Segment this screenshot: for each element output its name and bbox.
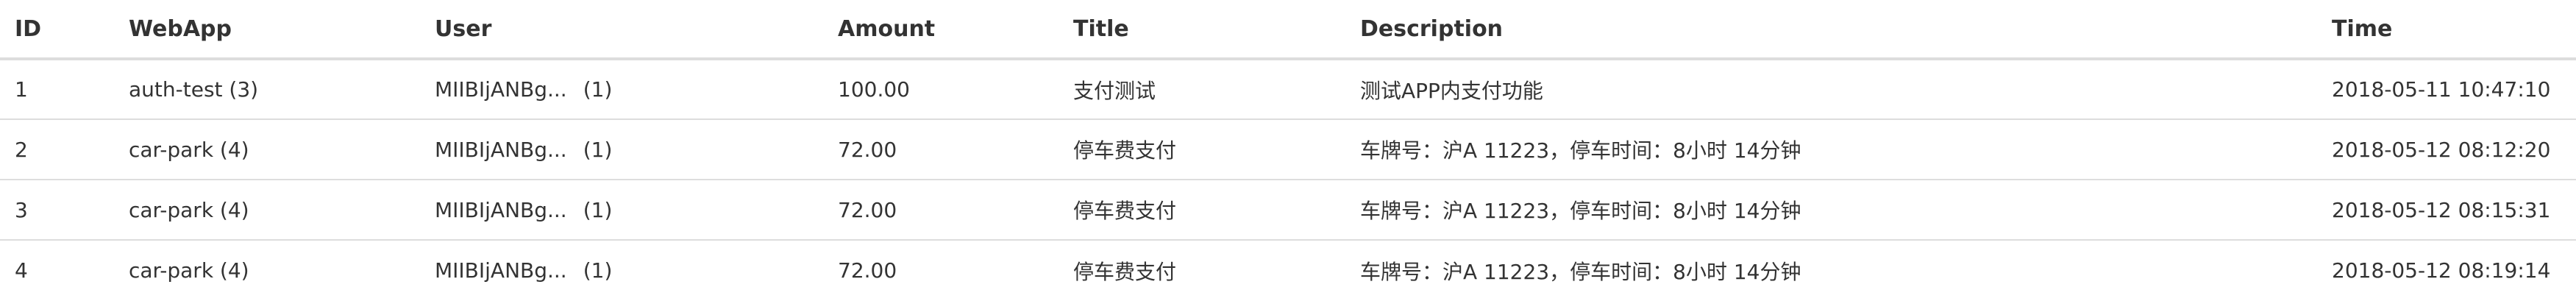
user-count: (1) — [583, 77, 613, 102]
cell-time: 2018-05-12 08:12:20 — [2317, 118, 2576, 180]
table-row: 1 auth-test (3) MIIBIjANBg... (1) 100.00 … — [0, 59, 2576, 119]
cell-user: MIIBIjANBg... (1) — [420, 59, 823, 119]
cell-webapp: car-park (4) — [114, 239, 420, 300]
cell-description: 车牌号：沪A 11223，停车时间：8小时 14分钟 — [1345, 179, 2317, 240]
table-row: 2 car-park (4) MIIBIjANBg... (1) 72.00 停车… — [0, 118, 2576, 180]
user-count: (1) — [583, 197, 613, 222]
column-header-amount: Amount — [823, 0, 1058, 60]
cell-id: 3 — [0, 179, 114, 240]
cell-id: 4 — [0, 239, 114, 300]
user-key: MIIBIjANBg... — [435, 77, 567, 102]
column-header-time: Time — [2317, 0, 2576, 60]
cell-webapp: car-park (4) — [114, 179, 420, 240]
cell-webapp: auth-test (3) — [129, 77, 259, 102]
column-header-webapp: WebApp — [114, 0, 420, 60]
header-row: ID WebApp User Amount Title Description … — [0, 0, 2576, 60]
table-row: 4 car-park (4) MIIBIjANBg... (1) 72.00 停车… — [0, 239, 2576, 300]
user-key: MIIBIjANBg... — [435, 258, 567, 283]
cell-user: MIIBIjANBg... (1) — [420, 179, 823, 240]
user-key: MIIBIjANBg... — [435, 137, 567, 162]
cell-time: 2018-05-11 10:47:10 — [2332, 77, 2551, 102]
cell-user: MIIBIjANBg... (1) — [420, 118, 823, 180]
payments-table: ID WebApp User Amount Title Description … — [0, 0, 2576, 300]
column-header-title: Title — [1058, 0, 1345, 60]
table-body: 1 auth-test (3) MIIBIjANBg... (1) 100.00 … — [0, 59, 2576, 300]
table-row: 3 car-park (4) MIIBIjANBg... (1) 72.00 停车… — [0, 179, 2576, 240]
cell-title: 停车费支付 — [1058, 118, 1345, 180]
cell-description: 车牌号：沪A 11223，停车时间：8小时 14分钟 — [1345, 239, 2317, 300]
cell-description: 车牌号：沪A 11223，停车时间：8小时 14分钟 — [1345, 118, 2317, 180]
cell-title: 停车费支付 — [1058, 239, 1345, 300]
column-header-user: User — [420, 0, 823, 60]
cell-amount: 72.00 — [823, 179, 1058, 240]
column-header-id: ID — [0, 0, 114, 60]
cell-title: 停车费支付 — [1058, 179, 1345, 240]
cell-time: 2018-05-12 08:15:31 — [2317, 179, 2576, 240]
user-count: (1) — [583, 258, 613, 283]
cell-user: MIIBIjANBg... (1) — [420, 239, 823, 300]
user-key: MIIBIjANBg... — [435, 197, 567, 222]
cell-description: 测试APP内支付功能 — [1360, 78, 1543, 103]
cell-amount: 100.00 — [838, 77, 910, 102]
cell-title: 支付测试 — [1073, 78, 1156, 103]
cell-id: 2 — [0, 118, 114, 180]
cell-time: 2018-05-12 08:19:14 — [2317, 239, 2576, 300]
column-header-description: Description — [1345, 0, 2317, 60]
table-header: ID WebApp User Amount Title Description … — [0, 0, 2576, 60]
cell-webapp: car-park (4) — [114, 118, 420, 180]
user-count: (1) — [583, 137, 613, 162]
cell-amount: 72.00 — [823, 118, 1058, 180]
cell-amount: 72.00 — [823, 239, 1058, 300]
cell-id: 1 — [15, 77, 28, 102]
